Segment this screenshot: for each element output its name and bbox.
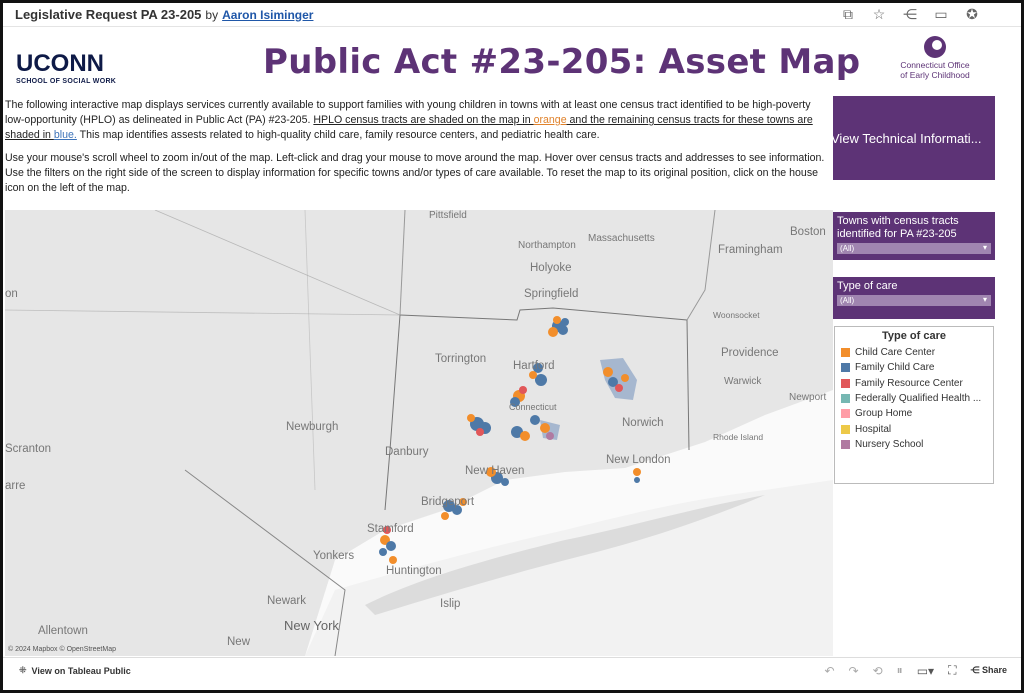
uconn-logo: UCONN SCHOOL OF SOCIAL WORK [16, 50, 117, 85]
place-label: Woonsocket [713, 310, 760, 320]
viz-title: Legislative Request PA 23-205 [15, 7, 202, 22]
place-label: on [5, 288, 18, 300]
place-label: Stamford [367, 523, 414, 535]
care-filter-label: Type of care [837, 280, 898, 292]
place-label: New [227, 636, 251, 648]
legend-item-label: Family Child Care [855, 362, 935, 374]
place-label: Providence [721, 347, 779, 359]
place-label: Norwich [622, 417, 664, 429]
place-label: Holyoke [530, 262, 572, 274]
by-label: by [205, 7, 219, 22]
map-credit[interactable]: © 2024 Mapbox © OpenStreetMap [8, 646, 116, 653]
place-label: Northampton [518, 240, 576, 251]
place-label: Islip [440, 598, 461, 610]
place-label: Hartford [513, 360, 555, 372]
legend-item-label: Group Home [855, 408, 913, 420]
place-label: Scranton [5, 443, 52, 455]
top-bar: Legislative Request PA 23-205 by Aaron I… [3, 3, 1021, 27]
place-label: Bridgeport [421, 496, 475, 508]
place-label: Pittsfield [429, 210, 467, 221]
place-label: Warwick [724, 376, 762, 387]
place-label: Boston [790, 226, 826, 238]
footer-controls: ↶ ↷ ⟲ ⏸ ▭▾ ⛶ ⋲ Share [824, 663, 1007, 678]
tableau-icon: ⁜ [19, 665, 27, 675]
legend-swatch [841, 378, 850, 388]
page-title: Public Act #23-205: Asset Map [263, 42, 861, 82]
legend-title: Type of care [882, 330, 946, 342]
place-label: New Haven [465, 465, 525, 477]
place-label: New York [284, 618, 339, 633]
legend-item-label: Child Care Center [855, 347, 936, 359]
fullscreen-icon[interactable]: ⛶ [948, 663, 956, 678]
footer-bar: ⁜ View on Tableau Public ↶ ↷ ⟲ ⏸ ▭▾ ⛶ ⋲ S… [3, 657, 1021, 683]
legend-swatch [841, 348, 850, 358]
legend-swatch [841, 409, 850, 419]
place-label: Danbury [385, 446, 429, 458]
place-label: Allentown [38, 625, 88, 637]
share-network-icon[interactable]: ⋲ [901, 5, 919, 23]
legend-item[interactable]: Federally Qualified Health ... [835, 391, 993, 406]
legend-item[interactable]: Family Child Care [835, 360, 993, 375]
place-label: Yonkers [313, 550, 355, 562]
legend-swatch [841, 439, 850, 449]
legend-item[interactable]: Nursery School [835, 437, 993, 452]
share-button[interactable]: ⋲ Share [970, 665, 1007, 676]
legend-item[interactable]: Family Resource Center [835, 376, 993, 391]
place-label: Newark [267, 595, 306, 607]
award-icon[interactable]: ✪ [963, 5, 981, 23]
legend-item[interactable]: Child Care Center [835, 345, 993, 360]
top-actions: ⧉ ☆ ⋲ ▭ ✪ [839, 5, 981, 23]
intro-text: The following interactive map displays s… [5, 99, 825, 194]
care-type-legend: Type of care Child Care Center Family Chi… [834, 326, 994, 484]
legend-item-label: Family Resource Center [855, 377, 963, 389]
place-label: Newport [789, 392, 827, 403]
towns-filter: Towns with census tracts identified for … [833, 212, 995, 260]
oec-logo: Connecticut Office of Early Childhood [885, 36, 985, 80]
legend-item-label: Nursery School [855, 438, 924, 450]
redo-icon[interactable]: ↷ [849, 664, 859, 678]
care-filter: Type of care (All) [833, 277, 995, 319]
legend-item-label: Hospital [855, 423, 892, 435]
favorite-star-icon[interactable]: ☆ [870, 5, 888, 23]
legend-swatch [841, 363, 850, 373]
place-label: Torrington [435, 353, 487, 365]
blue-keyword: blue. [53, 129, 77, 141]
legend-item[interactable]: Hospital [835, 421, 993, 436]
view-on-tableau-link[interactable]: ⁜ View on Tableau Public [19, 665, 131, 676]
map-canvas [5, 210, 833, 656]
legend-swatch [841, 394, 850, 404]
place-label: Newburgh [286, 421, 339, 433]
oec-logo-icon [924, 36, 946, 58]
place-label: arre [5, 480, 26, 492]
copy-icon[interactable]: ⧉ [839, 5, 857, 23]
place-label: Framingham [718, 244, 783, 256]
place-label: New London [606, 454, 671, 466]
view-technical-info-button[interactable]: View Technical Informati... [833, 96, 995, 180]
care-filter-dropdown[interactable]: (All) [837, 294, 991, 306]
author-link[interactable]: Aaron Isiminger [222, 8, 313, 22]
revert-icon[interactable]: ⟲ [873, 664, 883, 678]
place-label: Connecticut [509, 402, 557, 412]
place-label: Massachusetts [588, 233, 655, 244]
share-icon: ⋲ [970, 665, 980, 675]
comment-icon[interactable]: ▭ [932, 5, 950, 23]
orange-keyword: orange [533, 114, 567, 126]
legend-item[interactable]: Group Home [835, 406, 993, 421]
dashboard: UCONN SCHOOL OF SOCIAL WORK Public Act #… [5, 28, 995, 658]
device-layout-icon[interactable]: ▭▾ [917, 664, 934, 678]
place-label: Rhode Island [713, 432, 764, 442]
undo-icon[interactable]: ↶ [824, 664, 834, 678]
towns-filter-label: Towns with census tracts identified for … [837, 215, 959, 240]
place-label: Springfield [524, 288, 579, 300]
towns-filter-dropdown[interactable]: (All) [837, 242, 991, 254]
legend-item-label: Federally Qualified Health ... [855, 393, 982, 405]
pause-icon[interactable]: ⏸ [897, 663, 903, 678]
asset-map[interactable]: Pittsfield Northampton Massachusetts Fra… [5, 210, 833, 656]
legend-swatch [841, 424, 850, 434]
place-label: Huntington [386, 565, 442, 577]
